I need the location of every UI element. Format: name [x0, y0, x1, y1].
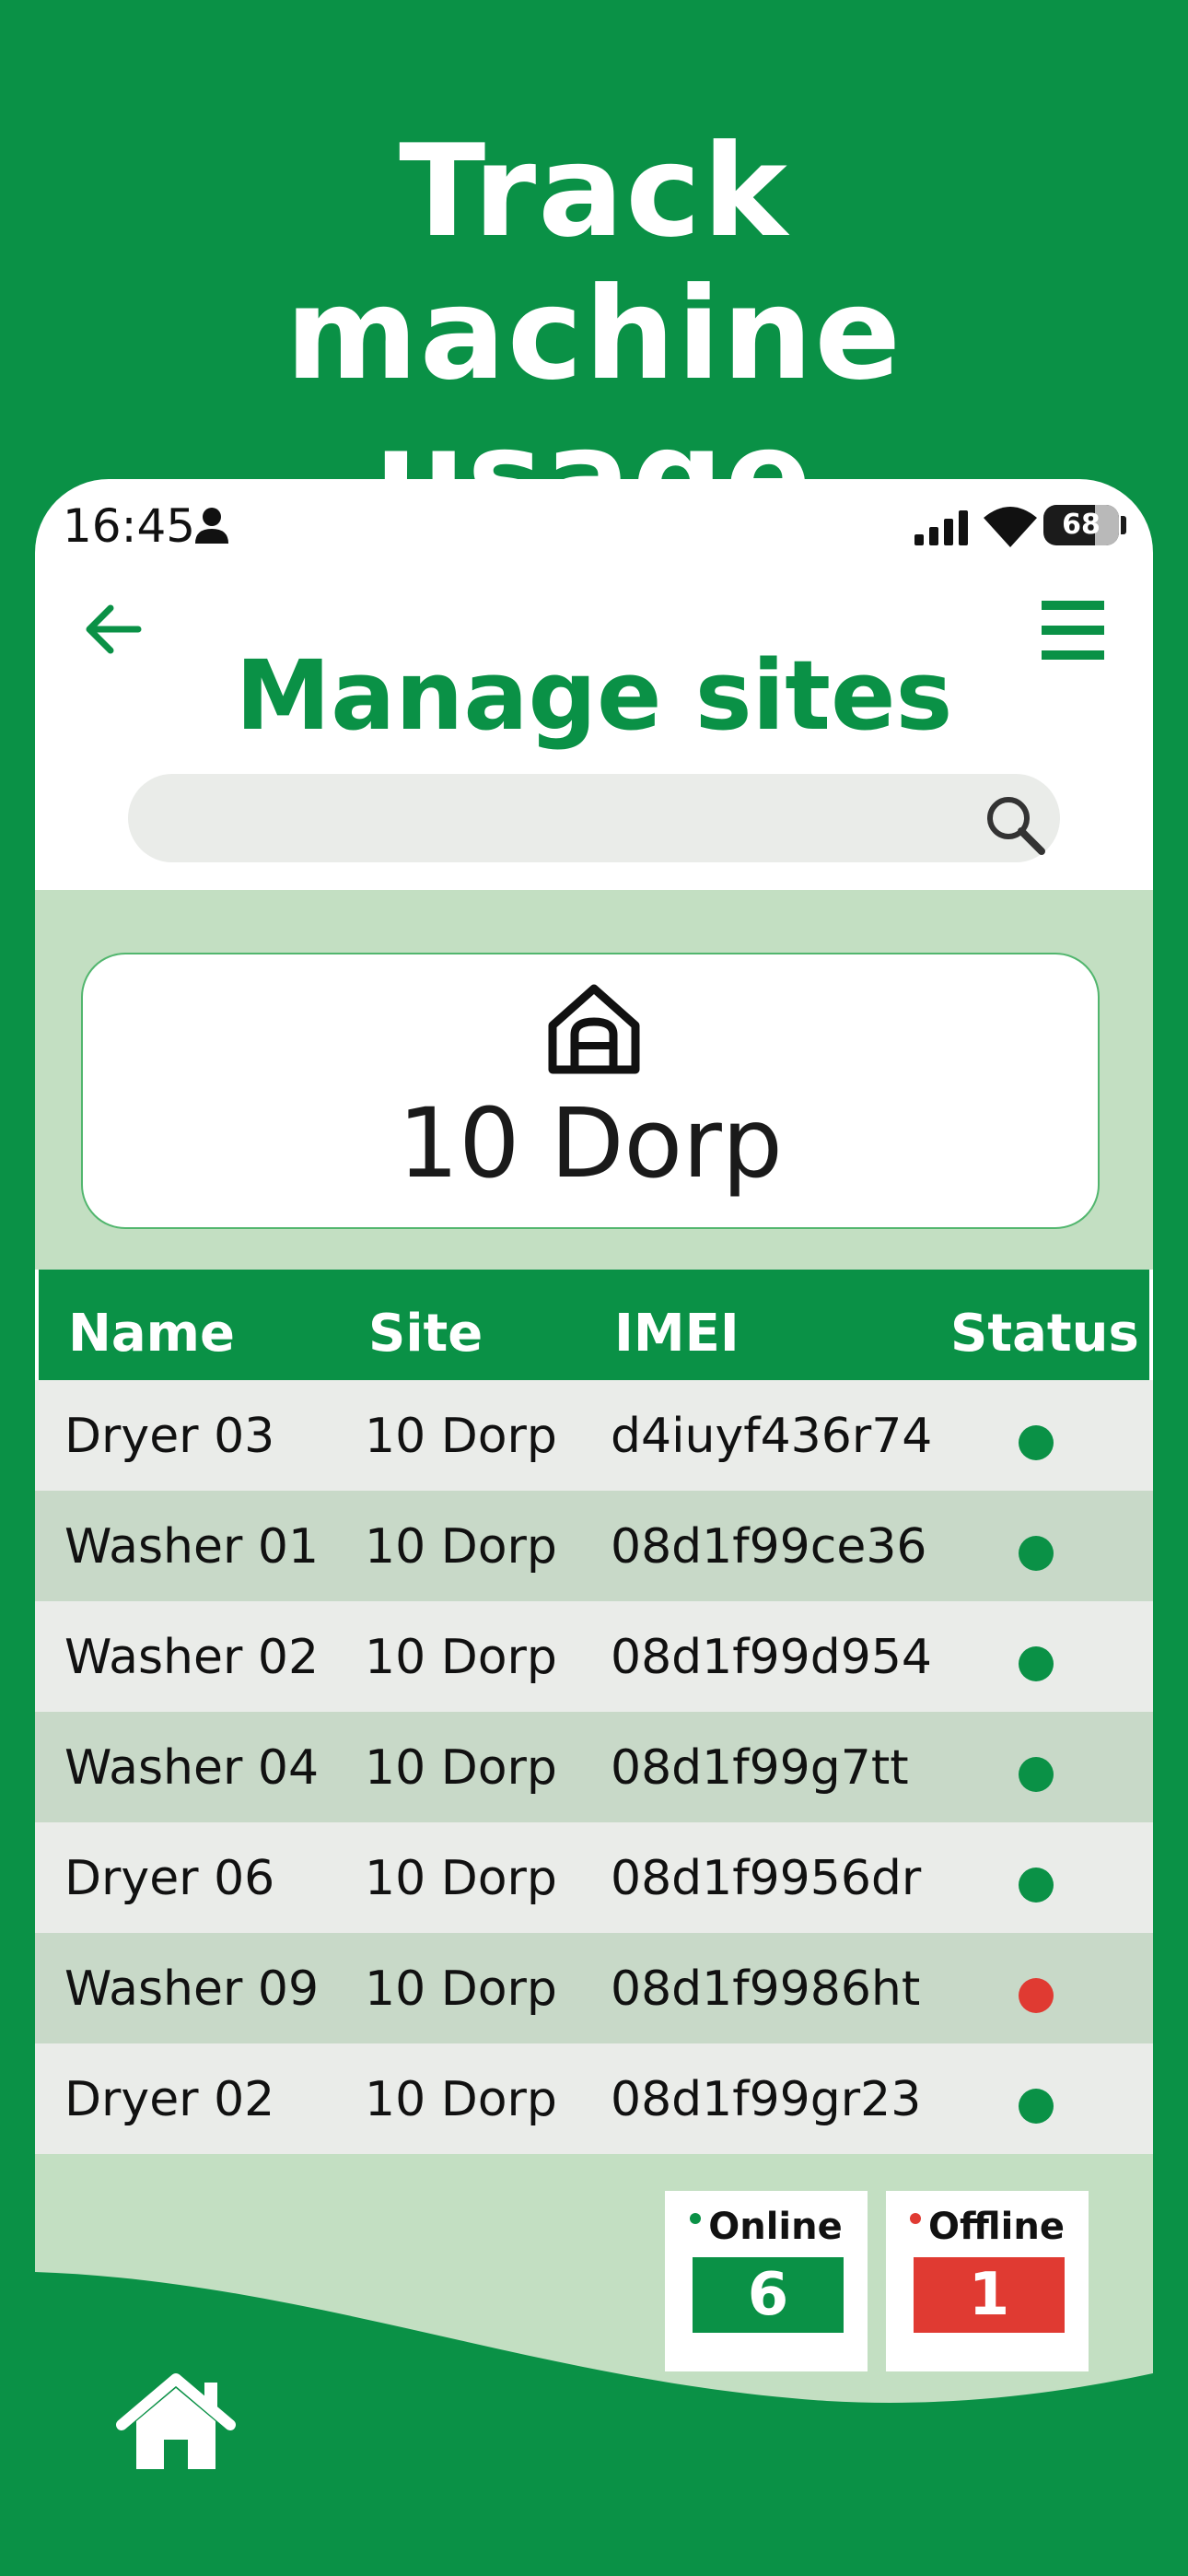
status-dot — [1019, 1646, 1054, 1681]
cell-name: Washer 04 — [64, 1740, 320, 1796]
cell-imei: d4iuyf436r74 — [611, 1409, 933, 1464]
cell-site: 10 Dorp — [365, 1630, 557, 1685]
online-label: Online — [708, 2206, 843, 2248]
wifi-icon — [984, 507, 1037, 547]
table-row[interactable]: Washer 02 10 Dorp 08d1f99d954 — [35, 1601, 1153, 1712]
offline-dot — [910, 2213, 922, 2224]
status-dot — [1019, 1536, 1054, 1571]
content-panel: 10 Dorp Name Site IMEI Status Dryer 03 1… — [35, 890, 1153, 2576]
cell-site: 10 Dorp — [365, 1851, 557, 1906]
battery-icon: 68 — [1043, 505, 1119, 545]
column-header-status[interactable]: Status — [950, 1270, 1139, 1399]
online-dot — [690, 2213, 702, 2224]
cell-site: 10 Dorp — [365, 1519, 557, 1575]
cell-name: Dryer 03 — [64, 1409, 275, 1464]
status-dot — [1019, 2089, 1054, 2124]
cell-name: Washer 01 — [64, 1519, 320, 1575]
status-bar: 16:45 68 — [35, 479, 1153, 580]
page-title: Manage sites — [235, 639, 953, 752]
status-dot — [1019, 1757, 1054, 1792]
table-body: Dryer 03 10 Dorp d4iuyf436r74 Washer 01 … — [35, 1380, 1153, 2154]
person-icon — [195, 508, 228, 544]
battery-nub — [1121, 516, 1126, 534]
status-dot — [1019, 1425, 1054, 1460]
cell-site: 10 Dorp — [365, 2072, 557, 2127]
table-row[interactable]: Washer 09 10 Dorp 08d1f9986ht — [35, 1933, 1153, 2043]
table-row[interactable]: Dryer 02 10 Dorp 08d1f99gr23 — [35, 2043, 1153, 2154]
cell-imei: 08d1f99d954 — [611, 1630, 932, 1685]
cell-imei: 08d1f9986ht — [611, 1961, 921, 2017]
cell-imei: 08d1f99ce36 — [611, 1519, 927, 1575]
column-header-imei[interactable]: IMEI — [614, 1270, 740, 1399]
column-header-site[interactable]: Site — [368, 1270, 483, 1399]
cell-site: 10 Dorp — [365, 1740, 557, 1796]
magnifier-icon[interactable] — [984, 794, 1047, 857]
machines-table: Name Site IMEI Status Dryer 03 10 Dorp d… — [35, 1270, 1153, 2154]
cell-name: Dryer 02 — [64, 2072, 275, 2127]
phone-screen: 16:45 68 Manage sites 10 Dorp Name Site … — [35, 479, 1153, 2576]
status-time: 16:45 — [63, 499, 196, 553]
column-header-name[interactable]: Name — [68, 1270, 235, 1399]
home-icon[interactable] — [116, 2373, 236, 2475]
cell-imei: 08d1f9956dr — [611, 1851, 922, 1906]
status-dot — [1019, 1978, 1054, 2013]
table-row[interactable]: Dryer 06 10 Dorp 08d1f9956dr — [35, 1822, 1153, 1933]
cell-name: Washer 02 — [64, 1630, 320, 1685]
site-card[interactable]: 10 Dorp — [81, 953, 1100, 1229]
status-dot — [1019, 1868, 1054, 1903]
table-row[interactable]: Dryer 03 10 Dorp d4iuyf436r74 — [35, 1380, 1153, 1491]
offline-label: Offline — [928, 2206, 1065, 2248]
offline-label-row: Offline — [886, 2202, 1089, 2252]
cell-name: Washer 09 — [64, 1961, 320, 2017]
table-row[interactable]: Washer 01 10 Dorp 08d1f99ce36 — [35, 1491, 1153, 1601]
search-bar[interactable] — [128, 774, 1060, 862]
cell-signal-icon — [914, 510, 968, 545]
battery-percent: 68 — [1062, 509, 1101, 541]
cell-site: 10 Dorp — [365, 1409, 557, 1464]
online-label-row: Online — [665, 2202, 868, 2252]
site-name: 10 Dorp — [398, 1087, 783, 1200]
house-icon — [548, 984, 640, 1074]
cell-name: Dryer 06 — [64, 1851, 275, 1906]
table-header: Name Site IMEI Status — [35, 1270, 1153, 1380]
cell-site: 10 Dorp — [365, 1961, 557, 2017]
cell-imei: 08d1f99g7tt — [611, 1740, 909, 1796]
search-input[interactable] — [165, 774, 957, 862]
table-row[interactable]: Washer 04 10 Dorp 08d1f99g7tt — [35, 1712, 1153, 1822]
cell-imei: 08d1f99gr23 — [611, 2072, 922, 2127]
